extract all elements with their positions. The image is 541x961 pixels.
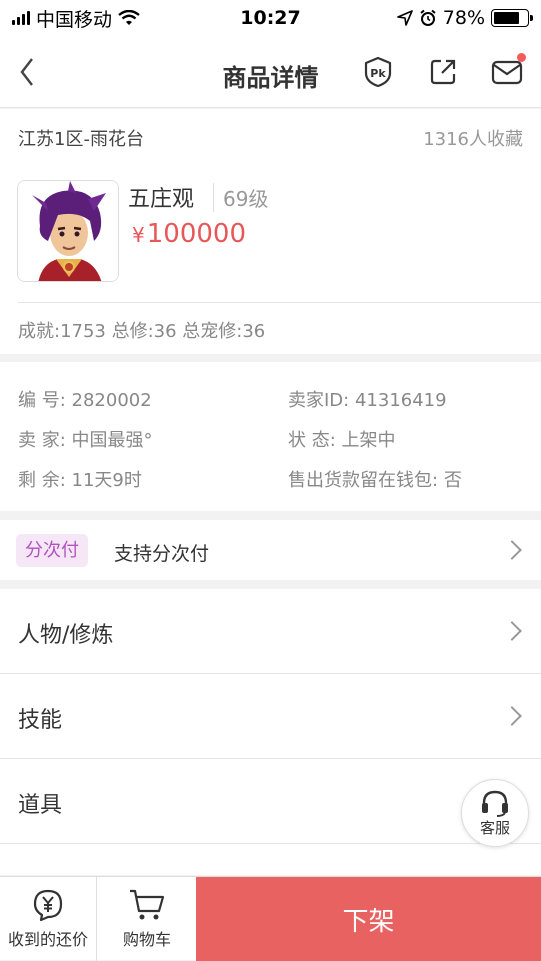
installment-text: 支持分次付 [114,543,210,565]
offers-label: 收到的还价 [7,930,88,949]
chevron-right-icon [502,540,522,560]
price-currency: ¥ [132,223,145,247]
time-remaining: 剩 余: 11天9时 [18,466,142,492]
alarm-icon [420,9,436,26]
character-name: 五庄观 [128,187,195,212]
menu-item-label: 道具 [18,793,63,818]
share-icon [430,59,456,85]
take-down-button[interactable]: 下架 [196,877,541,961]
cart-icon [130,889,165,920]
wallet-setting: 售出货款留在钱包: 否 [288,466,462,492]
divider [18,302,541,303]
seller-id: 卖家ID: 41316419 [288,386,447,412]
customer-service-button[interactable]: 客服 [461,779,529,847]
wifi-icon [118,10,140,25]
price: ¥100000 [132,219,246,249]
bottom-action-bar: 收到的还价 购物车 下架 [0,876,541,961]
listing-info-card: 编 号: 2820002 卖家ID: 41316419 卖 家: 中国最强° 状… [0,362,541,511]
location-arrow-icon [396,10,413,26]
listing-id: 编 号: 2820002 [18,386,152,412]
navigation-bar: 商品详情 Pk [0,36,541,108]
listing-id-label: 编 号: [18,390,66,411]
menu-item-items[interactable]: 道具 [0,759,541,844]
svg-text:Pk: Pk [370,67,386,80]
back-button[interactable] [12,54,42,90]
installment-badge: 分次付 [16,534,88,567]
listing-status: 状 态: 上架中 [288,426,396,452]
signal-icon [12,11,30,25]
headset-icon [482,790,508,817]
seller-label: 卖 家: [18,430,66,451]
chevron-right-icon [502,706,522,726]
status-label: 状 态: [288,430,336,451]
menu-item-skills[interactable]: 技能 [0,674,541,759]
pk-button[interactable]: Pk [360,54,396,90]
item-summary-card: 江苏1区-雨花台 1316人收藏 五庄观 69级 ¥100000 成就:1753… [0,109,541,354]
mail-icon [491,60,523,85]
server-row: 江苏1区-雨花台 1316人收藏 [18,125,523,151]
battery-level [494,12,519,24]
carrier-label: 中国移动 [36,8,113,31]
remaining-value: 11天9时 [71,470,142,491]
cart-label: 购物车 [122,930,171,949]
menu-item-label: 人物/修炼 [18,623,114,648]
status-right: 78% [396,7,533,29]
menu-item-character[interactable]: 人物/修炼 [0,589,541,674]
status-left: 中国移动 [12,5,140,32]
status-bar: 中国移动 10:27 78% [0,0,541,36]
back-icon [20,58,33,86]
character-stats: 成就:1753 总修:36 总宠修:36 [18,321,266,342]
yen-offer-icon [33,889,63,922]
detail-menu: 人物/修炼 技能 道具 [0,589,541,875]
seller: 卖 家: 中国最强° [18,426,153,452]
offers-button[interactable]: 收到的还价 [0,877,97,961]
wallet-value: 否 [443,470,462,491]
status-value: 上架中 [341,430,396,451]
price-value: 100000 [146,219,246,249]
pk-icon: Pk [364,56,392,88]
character-level: 69级 [213,183,268,212]
message-button[interactable] [489,53,526,90]
favorites-count: 1316人收藏 [423,129,523,150]
character-portrait-image [18,181,118,281]
battery-icon [491,9,533,27]
remaining-label: 剩 余: [18,470,66,491]
server-name: 江苏1区-雨花台 [18,129,144,150]
cart-button[interactable]: 购物车 [98,877,196,961]
seller-value: 中国最强° [71,430,153,451]
listing-id-value: 2820002 [71,390,152,411]
menu-item-label: 技能 [18,708,63,733]
seller-id-label: 卖家ID: [288,390,350,411]
notification-dot [517,53,526,62]
chevron-right-icon [502,621,522,641]
character-avatar[interactable] [17,180,119,282]
share-button[interactable] [425,54,461,90]
installment-row[interactable]: 分次付 支持分次付 [0,520,541,580]
wallet-label: 售出货款留在钱包: [288,470,439,491]
customer-service-label: 客服 [479,818,510,837]
seller-id-value: 41316419 [354,390,447,411]
battery-percent: 78% [442,7,485,29]
